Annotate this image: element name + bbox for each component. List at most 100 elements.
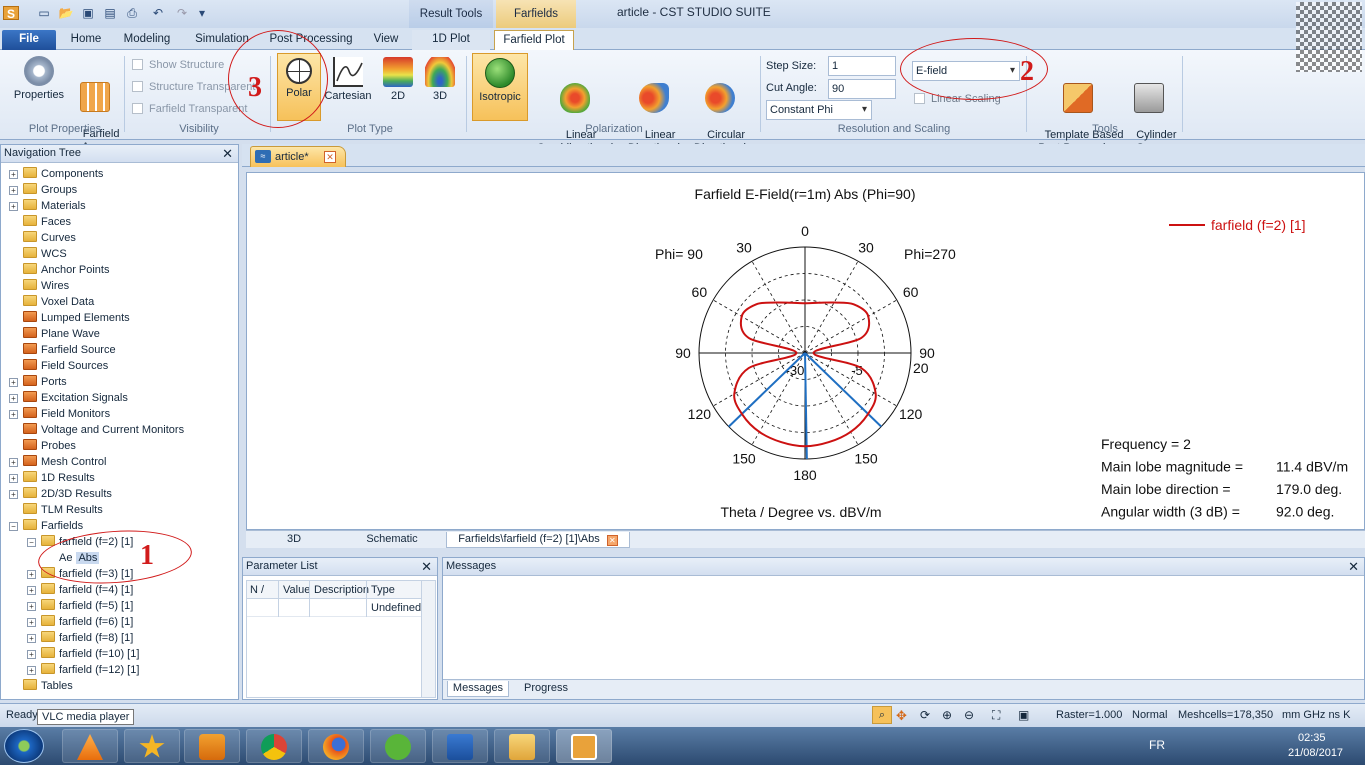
expand-icon[interactable]: + xyxy=(27,602,36,611)
3d-button[interactable]: 3D xyxy=(422,57,458,103)
taskbar-media[interactable] xyxy=(184,729,240,763)
new-file-icon[interactable]: ▭ xyxy=(36,6,52,20)
tree-item[interactable]: + farfield (f=6) [1] xyxy=(27,614,133,630)
tree-item[interactable]: Farfield Source xyxy=(9,342,116,358)
tree-item[interactable]: +1D Results xyxy=(9,470,95,486)
tree-item[interactable]: Wires xyxy=(9,278,69,294)
taskbar-explorer[interactable] xyxy=(494,729,550,763)
tree-item[interactable]: Voxel Data xyxy=(9,294,94,310)
close-view-tab-icon[interactable]: ✕ xyxy=(606,535,618,546)
scrollbar[interactable] xyxy=(421,581,435,697)
expand-icon[interactable]: + xyxy=(9,458,18,467)
taskbar-utorrent[interactable] xyxy=(370,729,426,763)
expand-icon[interactable]: + xyxy=(27,650,36,659)
col-value[interactable]: Value xyxy=(283,584,310,596)
tree-item[interactable]: + Mesh Control xyxy=(9,454,106,470)
collapse-icon[interactable]: − xyxy=(27,538,36,547)
tree-item[interactable]: Voltage and Current Monitors xyxy=(9,422,184,438)
taskbar-vlc[interactable] xyxy=(62,729,118,763)
col-name[interactable]: N / xyxy=(250,584,264,596)
tree-item[interactable]: TLM Results xyxy=(9,502,103,518)
tab-1d-plot[interactable]: 1D Plot xyxy=(412,30,490,50)
undo-icon[interactable]: ↶ xyxy=(150,6,166,20)
close-icon[interactable]: ✕ xyxy=(1348,558,1359,575)
collapse-icon[interactable]: − xyxy=(9,522,18,531)
expand-icon[interactable]: + xyxy=(9,394,18,403)
col-description[interactable]: Description xyxy=(314,584,369,596)
view-tab-3d[interactable]: 3D xyxy=(254,532,334,548)
expand-icon[interactable]: + xyxy=(9,170,18,179)
view-tab-schematic[interactable]: Schematic xyxy=(350,532,434,548)
tree-item[interactable]: + farfield (f=12) [1] xyxy=(27,662,139,678)
2d-button[interactable]: 2D xyxy=(380,57,416,103)
rotate-icon[interactable]: ⟳ xyxy=(920,708,930,722)
quick-access-dropdown-icon[interactable]: ▾ xyxy=(194,6,210,20)
step-size-input[interactable]: 1 xyxy=(828,56,896,76)
expand-icon[interactable]: + xyxy=(27,618,36,627)
tree-item[interactable]: + Field Monitors xyxy=(9,406,110,422)
taskbar-firefox[interactable] xyxy=(308,729,364,763)
zoom-icon[interactable]: ⊕ xyxy=(942,708,952,722)
tree-item[interactable]: − Farfields xyxy=(9,518,83,534)
taskbar-word[interactable] xyxy=(432,729,488,763)
clock-time[interactable]: 02:35 xyxy=(1298,732,1326,744)
properties-button[interactable]: Properties xyxy=(8,56,70,102)
zoom-region-icon[interactable]: ⌕ xyxy=(872,706,892,724)
farfield-transparent-checkbox[interactable]: Farfield Transparent xyxy=(132,103,247,115)
app-logo-icon[interactable]: S xyxy=(3,6,19,21)
tree-item[interactable]: + Groups xyxy=(9,182,77,198)
expand-icon[interactable]: + xyxy=(9,474,18,483)
tree-item[interactable]: Faces xyxy=(9,214,71,230)
expand-icon[interactable]: + xyxy=(9,490,18,499)
cube-view-icon[interactable]: ▣ xyxy=(1018,708,1029,722)
taskbar-cst[interactable] xyxy=(556,729,612,763)
tree-item[interactable]: WCS xyxy=(9,246,67,262)
print-icon[interactable]: ⎙ xyxy=(124,6,140,20)
tree-item[interactable]: Field Sources xyxy=(9,358,108,374)
taskbar-chrome[interactable] xyxy=(246,729,302,763)
cut-angle-input[interactable]: 90 xyxy=(828,79,896,99)
tab-messages[interactable]: Messages xyxy=(447,681,509,697)
tree-item[interactable]: + Materials xyxy=(9,198,86,214)
close-icon[interactable]: ✕ xyxy=(222,145,233,162)
expand-icon[interactable]: + xyxy=(9,202,18,211)
expand-icon[interactable]: + xyxy=(27,570,36,579)
taskbar-app-star[interactable] xyxy=(124,729,180,763)
pan-icon[interactable]: ✥ xyxy=(896,708,907,724)
tree-item[interactable]: + farfield (f=4) [1] xyxy=(27,582,133,598)
view-tab-farfield-abs[interactable]: Farfields\farfield (f=2) [1]\Abs ✕ xyxy=(446,532,630,548)
tree-item[interactable]: + Components xyxy=(9,166,103,182)
tree-item[interactable]: Tables xyxy=(9,678,73,694)
expand-icon[interactable]: + xyxy=(27,586,36,595)
save-all-icon[interactable]: ▤ xyxy=(102,6,118,20)
expand-icon[interactable]: + xyxy=(9,410,18,419)
close-tab-icon[interactable]: ✕ xyxy=(324,151,336,163)
save-icon[interactable]: ▣ xyxy=(80,6,96,20)
expand-icon[interactable]: + xyxy=(9,378,18,387)
table-row[interactable]: Undefined xyxy=(247,599,435,617)
tab-farfield-plot[interactable]: Farfield Plot xyxy=(494,30,574,50)
redo-icon[interactable]: ↷ xyxy=(174,6,190,20)
tree-item[interactable]: Anchor Points xyxy=(9,262,109,278)
isotropic-button[interactable]: Isotropic xyxy=(472,53,528,121)
col-type[interactable]: Type xyxy=(371,584,395,596)
expand-icon[interactable]: + xyxy=(27,634,36,643)
tree-item[interactable]: + Excitation Signals xyxy=(9,390,128,406)
tree-item[interactable]: + farfield (f=10) [1] xyxy=(27,646,139,662)
tree-item[interactable]: Lumped Elements xyxy=(9,310,130,326)
tab-modeling[interactable]: Modeling xyxy=(116,30,178,50)
start-button[interactable] xyxy=(4,729,44,763)
tree-item[interactable]: +2D/3D Results xyxy=(9,486,112,502)
tab-progress[interactable]: Progress xyxy=(515,681,577,697)
tab-file[interactable]: File xyxy=(2,30,56,50)
tree-item[interactable]: Curves xyxy=(9,230,76,246)
tab-home[interactable]: Home xyxy=(62,30,110,50)
tree-item[interactable]: Probes xyxy=(9,438,76,454)
tree-item[interactable]: + farfield (f=5) [1] xyxy=(27,598,133,614)
tree-item[interactable]: + Ports xyxy=(9,374,67,390)
cut-type-select[interactable]: Constant Phi xyxy=(766,100,872,120)
reset-view-icon[interactable]: ⛶ xyxy=(992,708,1000,723)
document-tab-article[interactable]: ≈ article* ✕ xyxy=(250,146,346,167)
zoom-fit-icon[interactable]: ⊖ xyxy=(964,708,974,722)
clock-date[interactable]: 21/08/2017 xyxy=(1288,747,1343,759)
